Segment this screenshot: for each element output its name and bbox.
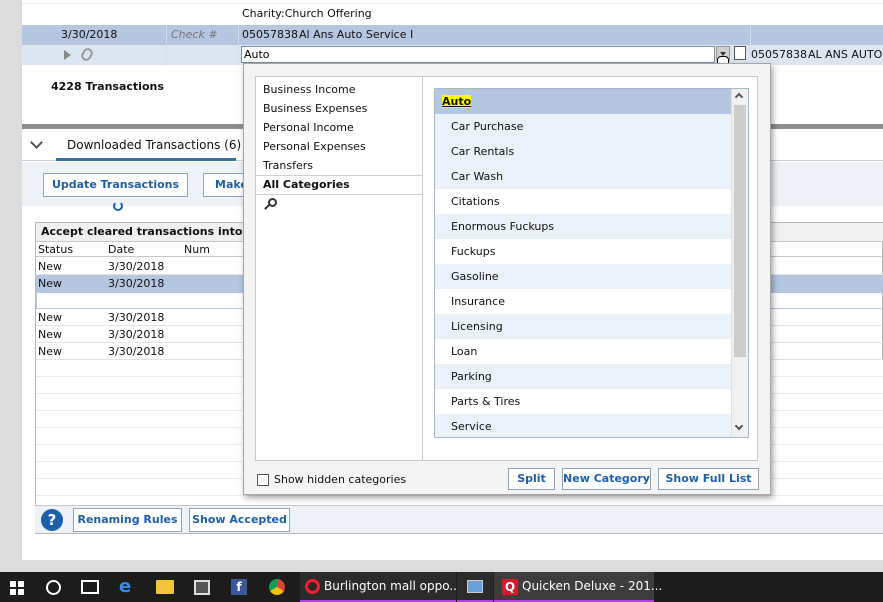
group-all-categories[interactable]: All Categories (263, 175, 350, 194)
update-transactions-button[interactable]: Update Transactions (43, 173, 188, 211)
category-item-car-wash[interactable]: Car Wash (435, 164, 731, 189)
column-divider (238, 25, 239, 45)
scroll-thumb[interactable] (734, 105, 746, 357)
store-icon[interactable] (194, 580, 210, 595)
group-personal-expenses[interactable]: Personal Expenses (263, 137, 366, 156)
new-category-button[interactable]: New Category (562, 468, 651, 490)
column-divider (238, 45, 239, 65)
tab-downloaded-transactions[interactable]: Downloaded Transactions (6) (67, 138, 241, 152)
row-date: 3/30/2018 (108, 345, 165, 358)
check-number-field[interactable]: Check # (171, 25, 231, 45)
group-personal-income[interactable]: Personal Income (263, 118, 354, 137)
taskbar-app-label: Quicken Deluxe - 201... (522, 579, 663, 593)
start-icon[interactable] (10, 581, 24, 595)
taskbar-app-quicken[interactable]: Q Quicken Deluxe - 201... (494, 572, 662, 602)
category-input[interactable] (241, 46, 715, 63)
category-item-parking[interactable]: Parking (435, 364, 731, 389)
taskbar-app-opera[interactable]: Burlington mall oppo... (300, 572, 461, 602)
show-accepted-button[interactable]: Show Accepted (189, 508, 290, 532)
group-divider (256, 194, 422, 195)
tab-underline (56, 158, 236, 161)
attachment-icon[interactable] (79, 46, 95, 63)
taskbar-app-label: Burlington mall oppo... (324, 579, 461, 593)
row-status: New (38, 328, 62, 341)
category-item-insurance[interactable]: Insurance (435, 289, 731, 314)
category-picker: Business Income Business Expenses Person… (243, 63, 771, 495)
search-icon-handle (264, 204, 270, 210)
category-item-loan[interactable]: Loan (435, 339, 731, 364)
edge-icon[interactable]: e (119, 578, 137, 596)
register-row-memo[interactable]: Charity:Church Offering (22, 4, 883, 24)
chevron-down-icon[interactable] (30, 136, 43, 149)
row-date: 3/30/2018 (108, 328, 165, 341)
row-status: New (38, 345, 62, 358)
column-status[interactable]: Status (38, 243, 73, 256)
show-hidden-checkbox[interactable] (257, 474, 269, 486)
category-scrollbar[interactable] (731, 89, 748, 437)
category-groups-panel: Business Income Business Expenses Person… (255, 76, 423, 461)
column-divider (750, 25, 751, 45)
category-item-parts-tires[interactable]: Parts & Tires (435, 389, 731, 414)
column-num[interactable]: Num (184, 243, 210, 256)
category-item-car-rentals[interactable]: Car Rentals (435, 139, 731, 164)
split-icon[interactable] (734, 46, 746, 60)
row-date: 3/30/2018 (108, 260, 165, 273)
cortana-icon[interactable] (46, 580, 61, 595)
row-divider (22, 0, 883, 4)
control-panel-icon (467, 580, 483, 593)
flag-icon[interactable] (64, 50, 71, 60)
group-transfers[interactable]: Transfers (263, 156, 313, 175)
category-item-label: Auto (442, 95, 472, 108)
payee-ref: 05057838 (242, 28, 298, 41)
quicken-icon: Q (502, 579, 518, 595)
transaction-date: 3/30/2018 (61, 28, 118, 41)
row-status: New (38, 260, 62, 273)
taskbar: e f Burlington mall oppo... Q Quicken De… (0, 572, 883, 602)
facebook-icon[interactable]: f (231, 579, 247, 595)
update-transactions-label: Update Transactions (51, 178, 180, 191)
split-button[interactable]: Split (508, 468, 555, 490)
payee-name[interactable]: Al Ans Auto Service I (299, 25, 599, 45)
refresh-icon (112, 201, 123, 211)
help-icon[interactable]: ? (41, 509, 63, 531)
category-item-service[interactable]: Service (435, 414, 731, 437)
right-payee: AL ANS AUTO S (808, 48, 883, 61)
row-status: New (38, 311, 62, 324)
scroll-up-icon[interactable] (734, 92, 744, 102)
row-date: 3/30/2018 (108, 311, 165, 324)
category-item-auto[interactable]: Auto (435, 89, 731, 114)
opera-icon (305, 579, 320, 594)
register-row-selected[interactable]: 3/30/2018 Check # 05057838 Al Ans Auto S… (22, 25, 883, 45)
category-list-panel: Auto Car Purchase Car Rentals Car Wash C… (422, 76, 758, 461)
column-divider (166, 25, 167, 45)
renaming-rules-button[interactable]: Renaming Rules (73, 508, 182, 532)
taskbar-app-control-panel[interactable] (457, 572, 493, 602)
group-business-expenses[interactable]: Business Expenses (263, 99, 367, 118)
app-window: Charity:Church Offering 3/30/2018 Check … (0, 0, 883, 572)
category-item-citations[interactable]: Citations (435, 189, 731, 214)
task-view-icon[interactable] (81, 580, 99, 594)
chrome-icon[interactable] (269, 579, 285, 595)
bottom-toolbar: ? Renaming Rules Show Accepted (35, 505, 883, 533)
show-hidden-label: Show hidden categories (274, 473, 407, 486)
scroll-down-icon[interactable] (734, 421, 744, 431)
file-explorer-icon[interactable] (156, 580, 174, 594)
transactions-count: 4228 Transactions (51, 80, 164, 93)
category-item-car-purchase[interactable]: Car Purchase (435, 114, 731, 139)
column-divider (166, 45, 167, 65)
row-date: 3/30/2018 (108, 277, 165, 290)
right-ref: 05057838 (751, 48, 807, 61)
category-item-licensing[interactable]: Licensing (435, 314, 731, 339)
column-date[interactable]: Date (108, 243, 134, 256)
category-list: Auto Car Purchase Car Rentals Car Wash C… (434, 88, 749, 438)
show-full-list-button[interactable]: Show Full List (658, 468, 759, 490)
group-business-income[interactable]: Business Income (263, 80, 355, 99)
category-item-gasoline[interactable]: Gasoline (435, 264, 731, 289)
category-item-enormous-fuckups[interactable]: Enormous Fuckups (435, 214, 731, 239)
category-item-fuckups[interactable]: Fuckups (435, 239, 731, 264)
row-status: New (38, 277, 62, 290)
memo-category: Charity:Church Offering (242, 7, 372, 20)
